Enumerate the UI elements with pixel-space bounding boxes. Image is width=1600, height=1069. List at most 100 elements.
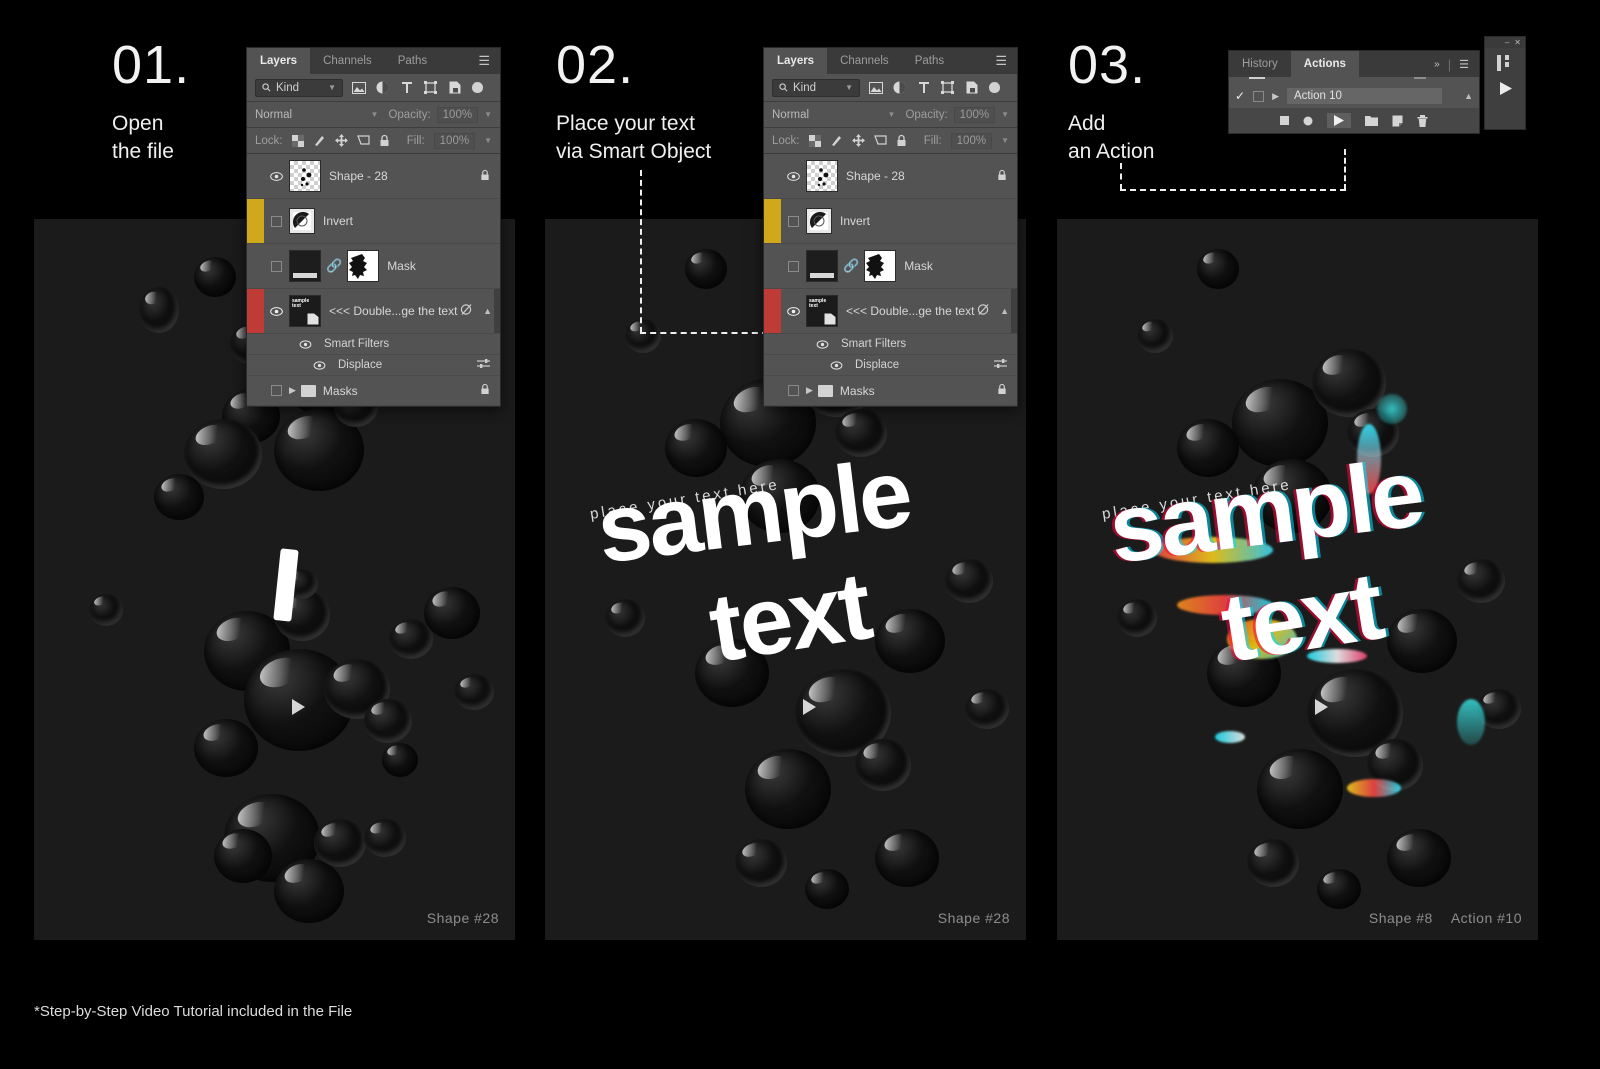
lock-all-icon-1[interactable]	[379, 134, 390, 147]
kind-filter-dropdown-2[interactable]: Kind ▼	[772, 78, 860, 97]
tab-layers-1[interactable]: Layers	[247, 48, 311, 74]
double-chevron-right-icon[interactable]: »	[1434, 59, 1440, 70]
minimize-icon[interactable]: –	[1505, 38, 1509, 47]
video-play-indicator-2[interactable]	[803, 699, 816, 715]
visibility-empty-box-masks-2[interactable]	[788, 385, 799, 396]
fill-value-1[interactable]: 100%	[433, 132, 476, 149]
filter-toggle-icon-2[interactable]	[989, 82, 1000, 93]
shape-filter-icon-2[interactable]	[939, 79, 956, 96]
panel-scrollbar-1[interactable]	[494, 289, 500, 333]
tab-channels-2[interactable]: Channels	[827, 48, 902, 74]
blend-mode-dropdown-2[interactable]: Normal ▼	[772, 106, 899, 124]
layer-row-shape28-2[interactable]: Shape - 28	[764, 154, 1017, 199]
tab-layers-2[interactable]: Layers	[764, 48, 828, 74]
delete-icon[interactable]	[1417, 114, 1428, 127]
hamburger-menu-icon-2[interactable]: ☰	[985, 48, 1017, 74]
layers-panel-2[interactable]: Layers Channels Paths ☰ Kind ▼ Normal ▼ …	[763, 47, 1018, 407]
tab-history[interactable]: History	[1229, 51, 1291, 77]
duplicate-icon[interactable]	[1392, 115, 1403, 127]
layer-row-mask-2[interactable]: 🔗 Mask	[764, 244, 1017, 289]
lock-artboard-icon-2[interactable]	[873, 134, 887, 147]
panel-scrollbar-2[interactable]	[1011, 289, 1017, 333]
lock-image-icon-2[interactable]	[830, 134, 843, 147]
layer-row-mask-1[interactable]: 🔗 Mask	[247, 244, 500, 289]
sub-row-smart-filters-2[interactable]: Smart Filters	[764, 334, 1017, 355]
layer-row-masks-group-2[interactable]: ▶ Masks	[764, 376, 1017, 406]
layer-row-smartobject-2[interactable]: sample text <<< Double...ge the text ▲	[764, 289, 1017, 334]
floating-play-icon[interactable]	[1498, 81, 1513, 101]
layer-row-shape28-1[interactable]: Shape - 28	[247, 154, 500, 199]
chevron-right-icon-masks-2[interactable]: ▶	[806, 385, 813, 396]
filter-settings-icon-2[interactable]	[994, 358, 1007, 372]
image-filter-icon-2[interactable]	[867, 79, 884, 96]
sub-row-displace-2[interactable]: Displace	[764, 355, 1017, 376]
action-row-action10[interactable]: ✓ ▶ Action 10 ▲	[1229, 84, 1479, 108]
collapse-chevron-icon-1[interactable]: ▲	[483, 306, 492, 316]
chevron-right-icon-action10[interactable]: ▶	[1272, 91, 1279, 102]
action-name-action10[interactable]: Action 10	[1286, 88, 1443, 104]
visibility-empty-box-masks-1[interactable]	[271, 385, 282, 396]
play-icon[interactable]	[1327, 113, 1351, 128]
video-play-indicator-3[interactable]	[1315, 699, 1328, 715]
smart-object-filter-icon-2[interactable]	[963, 79, 980, 96]
opacity-value-2[interactable]: 100%	[953, 106, 996, 123]
kind-filter-dropdown-1[interactable]: Kind ▼	[255, 78, 343, 97]
layer-visibility-toggle-mask-2[interactable]	[781, 260, 806, 272]
chevron-right-icon-masks-1[interactable]: ▶	[289, 385, 296, 396]
type-filter-icon-2[interactable]	[915, 79, 932, 96]
mask-link-icon-2[interactable]: 🔗	[843, 258, 859, 274]
visibility-empty-box-1[interactable]	[271, 215, 282, 227]
visibility-empty-box-invert-2[interactable]	[788, 215, 799, 227]
visibility-empty-box-mask-2[interactable]	[788, 260, 799, 272]
visibility-empty-box-mask-1[interactable]	[271, 260, 282, 272]
new-folder-icon[interactable]	[1365, 115, 1378, 126]
layer-visibility-toggle-masks-2[interactable]	[781, 385, 806, 396]
lock-transparency-icon-2[interactable]	[808, 134, 821, 147]
layers-panel-1[interactable]: Layers Channels Paths ☰ Kind ▼ Normal ▼ …	[246, 47, 501, 407]
close-icon[interactable]: ✕	[1514, 38, 1521, 47]
floating-tool-window[interactable]: – ✕	[1484, 36, 1526, 130]
tab-paths-2[interactable]: Paths	[901, 48, 958, 74]
hamburger-menu-icon-actions[interactable]: ☰	[1459, 58, 1469, 71]
chevron-down-icon-fill-1[interactable]: ▼	[484, 136, 492, 145]
sub-row-displace-1[interactable]: Displace	[247, 355, 500, 376]
blend-mode-dropdown-1[interactable]: Normal ▼	[255, 106, 382, 124]
chevron-down-icon-fill-2[interactable]: ▼	[1001, 136, 1009, 145]
lock-position-icon-2[interactable]	[851, 134, 865, 147]
opacity-value-1[interactable]: 100%	[436, 106, 479, 123]
layer-visibility-toggle-smartobject-2[interactable]	[781, 306, 806, 316]
layer-visibility-toggle-smartobject-1[interactable]	[264, 306, 289, 316]
image-filter-icon-1[interactable]	[350, 79, 367, 96]
collapse-chevron-icon-2[interactable]: ▲	[1000, 306, 1009, 316]
hamburger-menu-icon-1[interactable]: ☰	[468, 48, 500, 74]
shape-filter-icon-1[interactable]	[422, 79, 439, 96]
layer-visibility-toggle-invert-1[interactable]	[264, 215, 289, 227]
chevron-down-icon-opacity-1[interactable]: ▼	[484, 110, 492, 119]
action-dialog-toggle-box[interactable]	[1253, 90, 1265, 102]
lock-transparency-icon-1[interactable]	[291, 134, 304, 147]
sub-row-smart-filters-1[interactable]: Smart Filters	[247, 334, 500, 355]
lock-position-icon-1[interactable]	[334, 134, 348, 147]
layer-visibility-toggle-mask-1[interactable]	[264, 260, 289, 272]
record-icon[interactable]	[1303, 116, 1313, 126]
fill-value-2[interactable]: 100%	[950, 132, 993, 149]
tab-channels-1[interactable]: Channels	[310, 48, 385, 74]
layer-visibility-toggle-1[interactable]	[264, 171, 289, 181]
lock-artboard-icon-1[interactable]	[356, 134, 370, 147]
chevron-down-icon-opacity-2[interactable]: ▼	[1001, 110, 1009, 119]
layer-row-masks-group-1[interactable]: ▶ Masks	[247, 376, 500, 406]
check-icon-action10[interactable]: ✓	[1235, 89, 1245, 103]
type-filter-icon-1[interactable]	[398, 79, 415, 96]
layer-row-smartobject-1[interactable]: sample text <<< Double...ge the text ▲	[247, 289, 500, 334]
mask-link-icon-1[interactable]: 🔗	[326, 258, 342, 274]
video-play-indicator-1[interactable]	[292, 699, 305, 715]
layer-visibility-toggle-2[interactable]	[781, 171, 806, 181]
layer-row-invert-2[interactable]: Invert	[764, 199, 1017, 244]
layer-visibility-toggle-invert-2[interactable]	[781, 215, 806, 227]
tab-actions[interactable]: Actions	[1290, 51, 1359, 77]
layer-visibility-toggle-masks-1[interactable]	[264, 385, 289, 396]
layer-row-invert-1[interactable]: Invert	[247, 199, 500, 244]
lock-all-icon-2[interactable]	[896, 134, 907, 147]
lock-image-icon-1[interactable]	[313, 134, 326, 147]
filter-settings-icon-1[interactable]	[477, 358, 490, 372]
